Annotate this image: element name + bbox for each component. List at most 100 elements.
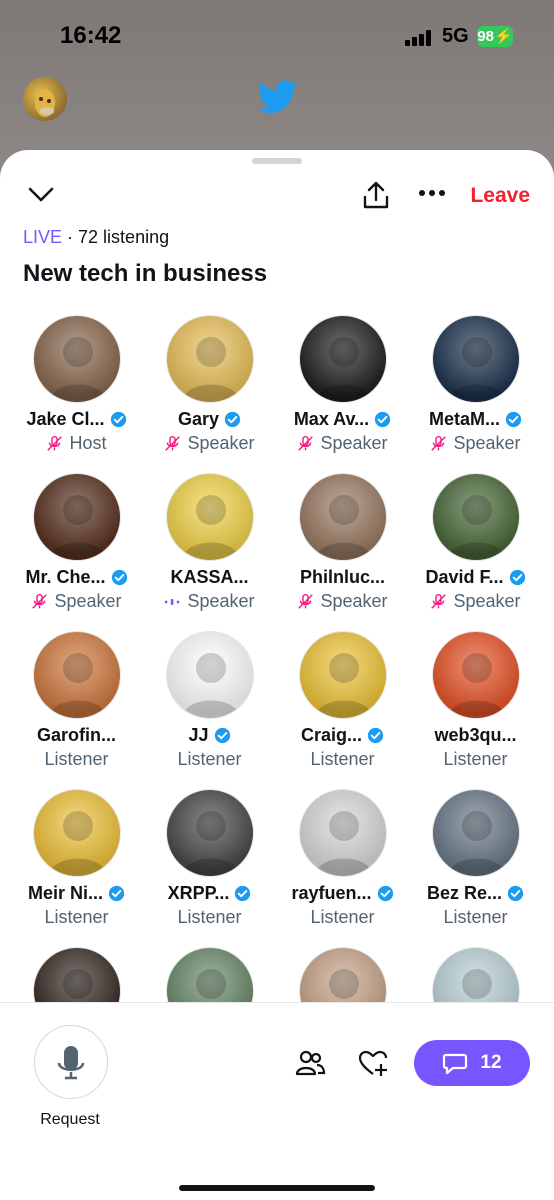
participant-card[interactable]: Bez Re... Listener: [409, 789, 542, 928]
verified-badge-icon: [108, 885, 125, 901]
participant-avatar[interactable]: [298, 631, 387, 719]
participant-avatar[interactable]: [165, 789, 254, 877]
participant-role-row: Listener: [276, 906, 409, 928]
avatar-silhouette-icon: [314, 337, 373, 402]
participant-role-row: Speaker: [10, 590, 143, 612]
space-sheet: Leave LIVE · 72 listening New tech in bu…: [0, 150, 554, 1200]
speaking-icon: [165, 598, 180, 605]
participant-avatar[interactable]: [32, 473, 121, 561]
participant-avatar[interactable]: [32, 631, 121, 719]
participant-role: Speaker: [453, 432, 521, 453]
mic-off-icon: [298, 593, 314, 609]
verified-badge-icon: [505, 411, 522, 427]
participant-card[interactable]: KASSA... Speaker: [143, 473, 276, 612]
participant-name-row: Philnluc...: [276, 565, 409, 589]
participant-card[interactable]: Gary Speaker: [143, 315, 276, 454]
participant-card[interactable]: Jake Cl... Host: [10, 315, 143, 454]
participant-name-row: Bez Re...: [409, 881, 542, 905]
people-icon[interactable]: [294, 1047, 326, 1079]
avatar-silhouette-icon: [461, 969, 492, 999]
participant-role-row: Speaker: [276, 432, 409, 454]
avatar-silhouette-icon: [181, 811, 240, 876]
participant-card[interactable]: [276, 947, 409, 1005]
status-time: 16:42: [60, 22, 122, 49]
participants-grid: Jake Cl... Host Gary Speaker Max Av... Speake…: [10, 315, 544, 1005]
participant-role: Listener: [443, 906, 508, 927]
participant-card[interactable]: Garofin... Listener: [10, 631, 143, 770]
participant-card[interactable]: JJ Listener: [143, 631, 276, 770]
participant-card[interactable]: Mr. Che... Speaker: [10, 473, 143, 612]
participant-avatar[interactable]: [165, 473, 254, 561]
participant-name: Bez Re...: [426, 882, 503, 903]
participant-name: David F...: [425, 566, 504, 587]
participant-avatar[interactable]: [165, 315, 254, 403]
participant-avatar[interactable]: [165, 631, 254, 719]
bottom-bar: Request 12: [0, 1002, 554, 1200]
participant-card[interactable]: [143, 947, 276, 1005]
avatar-silhouette-icon: [48, 811, 107, 876]
participant-name-row: Craig...: [276, 723, 409, 747]
avatar-silhouette-icon: [447, 653, 506, 718]
participant-role: Listener: [177, 748, 242, 769]
participant-avatar[interactable]: [431, 789, 520, 877]
participant-avatar[interactable]: [298, 473, 387, 561]
participant-role: Listener: [310, 748, 375, 769]
collapse-chevron-icon[interactable]: [28, 186, 54, 204]
participant-name-row: Mr. Che...: [10, 565, 143, 589]
participant-avatar[interactable]: [298, 789, 387, 877]
participant-card[interactable]: Meir Ni... Listener: [10, 789, 143, 928]
participant-card[interactable]: MetaM... Speaker: [409, 315, 542, 454]
signal-icon: [405, 30, 435, 46]
avatar-silhouette-icon: [181, 337, 240, 402]
participant-card[interactable]: Max Av... Speaker: [276, 315, 409, 454]
participant-card[interactable]: [409, 947, 542, 1005]
verified-badge-icon: [375, 411, 391, 427]
participant-name: MetaM...: [428, 408, 500, 429]
participant-card[interactable]: David F... Speaker: [409, 473, 542, 612]
microphone-icon: [57, 1046, 85, 1080]
mic-off-icon: [165, 435, 181, 451]
avatar-silhouette-icon: [314, 811, 373, 876]
participant-avatar[interactable]: [431, 947, 520, 1005]
verified-badge-icon: [235, 885, 251, 901]
participant-card[interactable]: rayfuen... Listener: [276, 789, 409, 928]
participant-name-row: David F...: [409, 565, 542, 589]
request-mic-button[interactable]: [34, 1025, 108, 1099]
sheet-grabber[interactable]: [252, 158, 302, 164]
participant-avatar[interactable]: [431, 631, 520, 719]
participant-avatar[interactable]: [298, 315, 387, 403]
participant-name: JJ: [188, 724, 209, 745]
participant-avatar[interactable]: [298, 947, 387, 1005]
profile-avatar[interactable]: [23, 77, 67, 121]
participant-avatar[interactable]: [32, 315, 121, 403]
participant-role: Speaker: [54, 590, 122, 611]
participant-avatar[interactable]: [32, 789, 121, 877]
participant-name: Max Av...: [293, 408, 370, 429]
participant-name-row: XRPP...: [143, 881, 276, 905]
live-status: LIVE · 72 listening: [23, 227, 169, 248]
mic-off-icon: [32, 593, 48, 609]
participant-role: Speaker: [187, 590, 255, 611]
participant-card[interactable]: web3qu... Listener: [409, 631, 542, 770]
participant-role: Speaker: [320, 432, 388, 453]
mic-off-icon: [431, 435, 447, 451]
avatar-silhouette-icon: [181, 653, 240, 718]
heart-plus-icon[interactable]: [357, 1047, 389, 1079]
leave-button[interactable]: Leave: [470, 184, 530, 208]
participant-card[interactable]: Philnluc... Speaker: [276, 473, 409, 612]
more-options-icon[interactable]: [418, 188, 446, 198]
participant-avatar[interactable]: [431, 473, 520, 561]
participant-avatar[interactable]: [32, 947, 121, 1005]
share-icon[interactable]: [362, 180, 390, 210]
participant-card[interactable]: Craig... Listener: [276, 631, 409, 770]
participant-card[interactable]: XRPP... Listener: [143, 789, 276, 928]
home-indicator[interactable]: [179, 1185, 375, 1191]
participant-avatar[interactable]: [431, 315, 520, 403]
participant-card[interactable]: [10, 947, 143, 1005]
participant-avatar[interactable]: [165, 947, 254, 1005]
chat-button[interactable]: 12: [414, 1040, 530, 1086]
network-type: 5G: [442, 25, 469, 47]
avatar-silhouette-icon: [314, 653, 373, 718]
avatar-silhouette-icon: [447, 495, 506, 560]
participant-name: XRPP...: [167, 882, 230, 903]
